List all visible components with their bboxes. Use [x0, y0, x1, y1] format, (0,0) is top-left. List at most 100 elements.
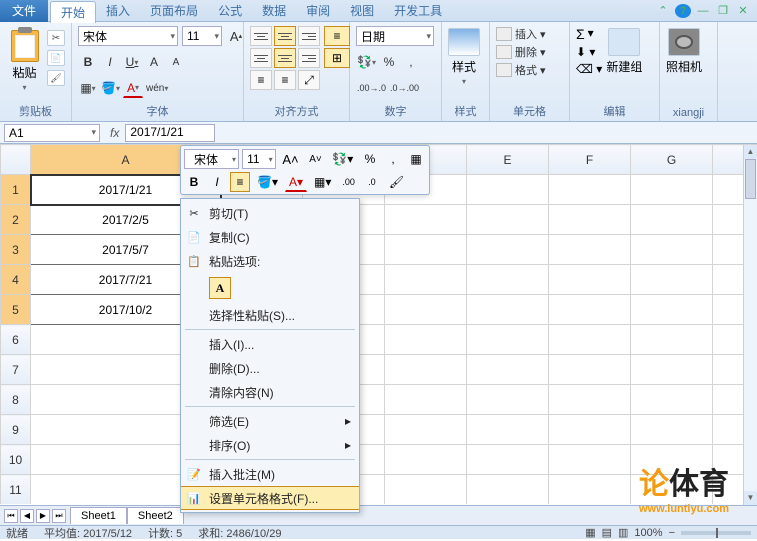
mini-border2-icon[interactable]: ▦▾: [310, 172, 335, 192]
grow-font-icon[interactable]: A▴: [226, 26, 246, 46]
clear-icon[interactable]: ⌫ ▾: [576, 62, 602, 76]
tab-nav-next-icon[interactable]: ▶: [36, 509, 50, 523]
ctx-insert[interactable]: 插入(I)...: [181, 332, 359, 356]
scroll-up-icon[interactable]: ▲: [744, 145, 757, 159]
indent-dec-icon[interactable]: ≡: [250, 70, 272, 90]
bold-button[interactable]: B: [78, 52, 98, 72]
font-color-button[interactable]: A: [123, 78, 143, 98]
ctx-format-cells[interactable]: 📊设置单元格格式(F)...: [181, 486, 359, 510]
ctx-delete[interactable]: 删除(D)...: [181, 356, 359, 380]
font-size-combo[interactable]: 11: [182, 26, 222, 46]
align-center-icon[interactable]: [274, 48, 296, 68]
ctx-paste-special[interactable]: 选择性粘贴(S)...: [181, 303, 359, 327]
ribbon-min-icon[interactable]: ⌃: [655, 4, 671, 18]
col-header-F[interactable]: F: [549, 145, 631, 175]
mini-border-icon[interactable]: ▦: [406, 149, 426, 169]
win-close-icon[interactable]: ✕: [735, 4, 751, 18]
scroll-down-icon[interactable]: ▼: [744, 491, 757, 505]
percent-button[interactable]: %: [379, 52, 399, 72]
cut-icon[interactable]: [47, 30, 65, 46]
row-header[interactable]: 2: [1, 205, 31, 235]
row-header[interactable]: 10: [1, 445, 31, 475]
paste-button[interactable]: 粘贴 ▾: [6, 26, 43, 96]
col-header-E[interactable]: E: [467, 145, 549, 175]
mini-size-combo[interactable]: 11: [242, 149, 276, 169]
mini-dec-dec-icon[interactable]: .0: [362, 172, 382, 192]
border-button[interactable]: ▦: [78, 78, 98, 98]
inc-decimal-icon[interactable]: .00→.0: [356, 78, 387, 98]
view-layout-icon[interactable]: ▤: [602, 526, 612, 539]
vertical-scrollbar[interactable]: ▲ ▼: [743, 145, 757, 505]
comma-button[interactable]: ,: [401, 52, 421, 72]
mini-grow-icon[interactable]: A˄: [279, 149, 303, 169]
orientation-icon[interactable]: ⤢: [298, 70, 320, 90]
tab-nav-prev-icon[interactable]: ◀: [20, 509, 34, 523]
align-top-icon[interactable]: [250, 26, 272, 46]
view-break-icon[interactable]: ▥: [618, 526, 628, 539]
font-name-combo[interactable]: 宋体: [78, 26, 178, 46]
row-header[interactable]: 1: [1, 175, 31, 205]
tab-insert[interactable]: 插入: [96, 2, 140, 19]
tab-nav-first-icon[interactable]: ⏮: [4, 509, 18, 523]
win-min-icon[interactable]: —: [695, 4, 711, 18]
align-bottom-icon[interactable]: [298, 26, 320, 46]
tab-nav-last-icon[interactable]: ⏭: [52, 509, 66, 523]
row-header[interactable]: 5: [1, 295, 31, 325]
merge-center-icon[interactable]: ⊞: [324, 48, 350, 68]
delete-cells-button[interactable]: 删除 ▾: [496, 44, 546, 60]
help-icon[interactable]: ?: [675, 4, 691, 18]
tab-dev[interactable]: 开发工具: [384, 2, 452, 19]
mini-comma-icon[interactable]: ,: [383, 149, 403, 169]
ctx-clear[interactable]: 清除内容(N): [181, 380, 359, 404]
paste-option-default[interactable]: A: [209, 277, 231, 299]
view-normal-icon[interactable]: ▦: [585, 526, 595, 539]
format-painter-icon[interactable]: [47, 70, 65, 86]
mini-inc-dec-icon[interactable]: .00: [338, 172, 359, 192]
camera-button[interactable]: 照相机: [666, 26, 702, 75]
sheet-tab[interactable]: Sheet2: [127, 507, 184, 524]
mini-shrink-icon[interactable]: A˅: [305, 149, 325, 169]
wrap-text-icon[interactable]: ≡: [324, 26, 350, 46]
align-left-icon[interactable]: [250, 48, 272, 68]
ctx-copy[interactable]: 📄复制(C): [181, 225, 359, 249]
mini-fill-icon[interactable]: 🪣▾: [253, 172, 282, 192]
ctx-sort[interactable]: 排序(O): [181, 433, 359, 457]
indent-inc-icon[interactable]: ≡: [274, 70, 296, 90]
tab-view[interactable]: 视图: [340, 2, 384, 19]
tab-data[interactable]: 数据: [252, 2, 296, 19]
tab-review[interactable]: 审阅: [296, 2, 340, 19]
formula-bar[interactable]: 2017/1/21: [125, 124, 215, 142]
underline-button[interactable]: U: [122, 52, 142, 72]
mini-percent-icon[interactable]: %: [360, 149, 380, 169]
new-group-button[interactable]: 新建组: [606, 26, 642, 75]
win-restore-icon[interactable]: ❐: [715, 4, 731, 18]
phonetic-button[interactable]: wén: [145, 78, 169, 98]
mini-format-painter-icon[interactable]: 🖌: [385, 172, 408, 192]
italic-button[interactable]: I: [100, 52, 120, 72]
grow-font-button[interactable]: A: [144, 52, 164, 72]
mini-font-color-icon[interactable]: A▾: [285, 172, 307, 192]
tab-formulas[interactable]: 公式: [208, 2, 252, 19]
fx-icon[interactable]: fx: [104, 126, 125, 140]
spreadsheet-grid[interactable]: A B C D E F G H 12017/1/21 22017/2/5 320…: [0, 144, 757, 504]
ctx-comment[interactable]: 📝插入批注(M): [181, 462, 359, 486]
dec-decimal-icon[interactable]: .0→.00: [389, 78, 420, 98]
name-box[interactable]: A1: [4, 124, 100, 142]
number-format-combo[interactable]: 日期: [356, 26, 434, 46]
row-header[interactable]: 8: [1, 385, 31, 415]
fill-color-button[interactable]: 🪣: [100, 78, 121, 98]
col-header-G[interactable]: G: [631, 145, 713, 175]
sheet-tab[interactable]: Sheet1: [70, 507, 127, 524]
tab-home[interactable]: 开始: [50, 1, 96, 23]
file-menu[interactable]: 文件: [0, 0, 48, 22]
row-header[interactable]: 3: [1, 235, 31, 265]
select-all-corner[interactable]: [1, 145, 31, 175]
mini-accounting-icon[interactable]: 💱▾: [329, 149, 357, 169]
align-middle-icon[interactable]: [274, 26, 296, 46]
autosum-icon[interactable]: Σ▾: [576, 26, 602, 42]
insert-cells-button[interactable]: 插入 ▾: [496, 26, 546, 42]
copy-icon[interactable]: [47, 50, 65, 66]
zoom-level[interactable]: 100%: [634, 527, 662, 539]
format-cells-button[interactable]: 格式 ▾: [496, 62, 546, 78]
accounting-button[interactable]: 💱: [356, 52, 377, 72]
